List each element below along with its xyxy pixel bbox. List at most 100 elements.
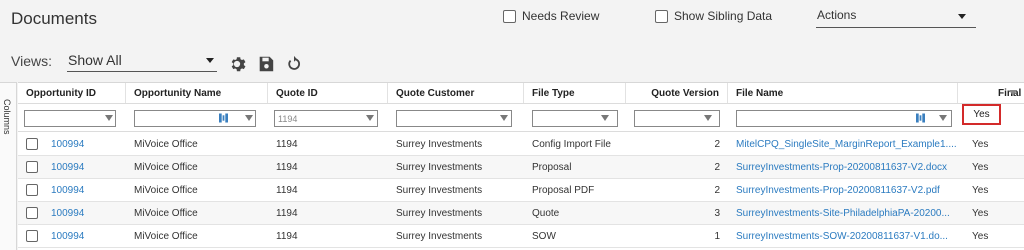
table-row[interactable]: 100994 MiVoice Office 1194 Surrey Invest… (18, 179, 1024, 202)
needs-review-toggle[interactable]: Needs Review (503, 9, 599, 23)
chevron-down-icon (206, 58, 214, 63)
opportunity-name: MiVoice Office (134, 161, 198, 173)
opportunity-id-link[interactable]: 100994 (51, 231, 84, 242)
col-header-quote-id[interactable]: Quote ID (268, 83, 388, 103)
opportunity-name: MiVoice Office (134, 184, 198, 196)
file-name-link[interactable]: SurreyInvestments-Prop-20200811637-V2.pd… (736, 185, 940, 196)
table-row[interactable]: 100994 MiVoice Office 1194 Surrey Invest… (18, 225, 1024, 248)
opportunity-id-link[interactable]: 100994 (51, 208, 84, 219)
col-header-file-name[interactable]: File Name (728, 83, 958, 103)
row-checkbox[interactable] (26, 207, 38, 219)
grid-header-row: Opportunity ID Opportunity Name Quote ID… (18, 83, 1024, 104)
opportunity-id-link[interactable]: 100994 (51, 185, 84, 196)
show-sibling-checkbox[interactable] (655, 9, 668, 23)
quote-customer: Surrey Investments (396, 184, 483, 196)
filter-icon[interactable] (245, 115, 253, 121)
quote-customer: Surrey Investments (396, 138, 483, 150)
file-type: Proposal (532, 161, 572, 173)
col-header-label: Opportunity ID (26, 87, 96, 99)
file-type: Quote (532, 207, 560, 219)
filter-input-final[interactable]: Yes (962, 104, 1001, 125)
quote-id: 1194 (276, 138, 298, 150)
file-name-link[interactable]: SurreyInvestments-Site-PhiladelphiaPA-20… (736, 208, 950, 219)
lookup-icon[interactable] (916, 113, 925, 123)
row-checkbox[interactable] (26, 138, 38, 150)
filter-icon[interactable] (500, 115, 508, 121)
views-value: Show All (68, 52, 122, 68)
lookup-icon[interactable] (219, 113, 228, 123)
file-name-link[interactable]: MitelCPQ_SingleSite_MarginReport_Example… (736, 139, 957, 150)
filter-input-opportunity-name[interactable] (134, 110, 256, 127)
table-row[interactable]: 100994 MiVoice Office 1194 Surrey Invest… (18, 202, 1024, 225)
col-header-quote-version[interactable]: Quote Version (626, 83, 728, 103)
quote-version: 2 (714, 138, 720, 150)
final-value: Yes (972, 138, 989, 150)
views-select[interactable]: Show All (67, 50, 217, 72)
filter-icon[interactable] (105, 115, 113, 121)
table-row[interactable]: 100994 MiVoice Office 1194 Surrey Invest… (18, 133, 1024, 156)
col-header-label: File Name (736, 87, 784, 99)
col-header-opportunity-name[interactable]: Opportunity Name (126, 83, 268, 103)
quote-customer: Surrey Investments (396, 230, 483, 242)
file-type: Proposal PDF (532, 184, 595, 196)
needs-review-checkbox[interactable] (503, 9, 516, 23)
opportunity-name: MiVoice Office (134, 207, 198, 219)
final-value: Yes (972, 230, 989, 242)
file-name-link[interactable]: SurreyInvestments-Prop-20200811637-V2.do… (736, 162, 947, 173)
filter-icon[interactable] (939, 115, 947, 121)
quote-customer: Surrey Investments (396, 161, 483, 173)
row-checkbox[interactable] (26, 230, 38, 242)
opportunity-name: MiVoice Office (134, 138, 198, 150)
file-name-link[interactable]: SurreyInvestments-SOW-20200811637-V1.do.… (736, 231, 948, 242)
quote-version: 2 (714, 161, 720, 173)
chevron-down-icon (958, 14, 966, 19)
needs-review-label: Needs Review (522, 9, 600, 23)
quote-id: 1194 (276, 207, 298, 219)
filter-value-quote-id: 1194 (278, 113, 298, 124)
final-value: Yes (972, 207, 989, 219)
quote-version: 1 (714, 230, 720, 242)
file-type: Config Import File (532, 138, 611, 150)
col-header-label: Quote ID (276, 87, 318, 99)
show-sibling-toggle[interactable]: Show Sibling Data (655, 9, 772, 23)
opportunity-name: MiVoice Office (134, 230, 198, 242)
quote-id: 1194 (276, 230, 298, 242)
col-header-label: File Type (532, 87, 575, 99)
file-type: SOW (532, 230, 556, 242)
quote-id: 1194 (276, 161, 298, 173)
actions-label: Actions (817, 8, 857, 22)
show-sibling-label: Show Sibling Data (674, 9, 773, 23)
filter-input-opportunity-id[interactable] (24, 110, 116, 127)
columns-side-panel[interactable]: Columns (0, 82, 17, 250)
quote-version: 2 (714, 184, 720, 196)
col-header-file-type[interactable]: File Type (524, 83, 626, 103)
filter-icon[interactable] (601, 115, 609, 121)
documents-grid: Opportunity ID Opportunity Name Quote ID… (18, 82, 1024, 250)
quote-id: 1194 (276, 184, 298, 196)
col-header-label: Quote Customer (396, 87, 475, 99)
filter-value-final: Yes (973, 109, 990, 120)
row-checkbox[interactable] (26, 184, 38, 196)
final-value: Yes (972, 161, 989, 173)
reset-icon[interactable] (285, 55, 303, 73)
filter-input-quote-customer[interactable] (396, 110, 512, 127)
columns-panel-label: Columns (2, 99, 12, 135)
quote-version: 3 (714, 207, 720, 219)
col-header-opportunity-id[interactable]: Opportunity ID (18, 83, 126, 103)
filter-icon[interactable] (704, 115, 712, 121)
final-value: Yes (972, 184, 989, 196)
table-row[interactable]: 100994 MiVoice Office 1194 Surrey Invest… (18, 156, 1024, 179)
gear-icon[interactable] (228, 55, 246, 73)
filter-icon[interactable] (1009, 90, 1017, 96)
row-checkbox[interactable] (26, 161, 38, 173)
save-icon[interactable] (257, 55, 275, 73)
filter-icon[interactable] (366, 115, 374, 121)
filter-input-quote-id[interactable]: 1194 (274, 110, 378, 127)
views-label: Views: (11, 53, 52, 69)
grid-filter-row: 1194 (18, 105, 1024, 132)
opportunity-id-link[interactable]: 100994 (51, 162, 84, 173)
actions-dropdown[interactable]: Actions (816, 6, 976, 28)
opportunity-id-link[interactable]: 100994 (51, 139, 84, 150)
col-header-quote-customer[interactable]: Quote Customer (388, 83, 524, 103)
col-header-label: Opportunity Name (134, 87, 222, 99)
